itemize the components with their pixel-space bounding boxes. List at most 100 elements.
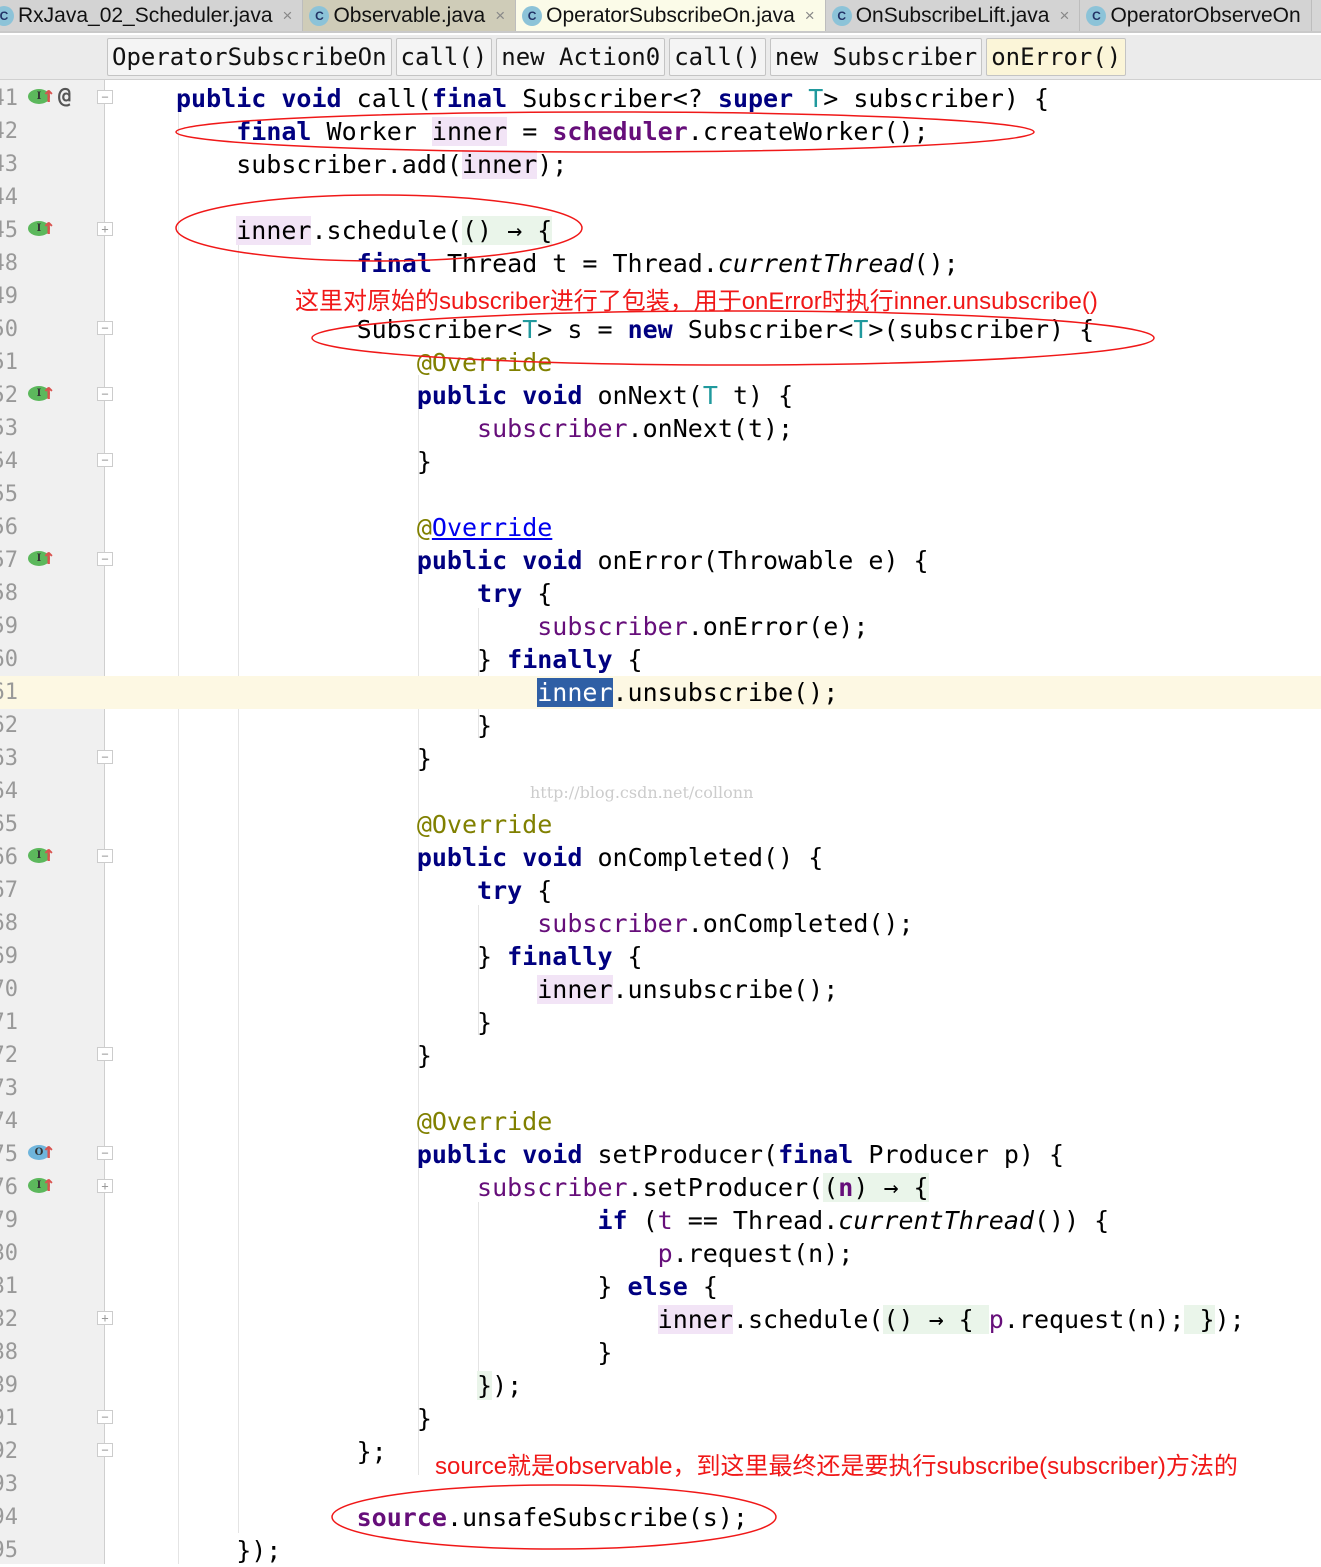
- breadcrumb-item[interactable]: OperatorSubscribeOn: [107, 38, 392, 76]
- code-line[interactable]: 41I↑@−public void call(final Subscriber<…: [0, 82, 1321, 115]
- code-line[interactable]: 82 + inner.schedule(() → { p.request(n); …: [0, 1303, 1321, 1336]
- code-line[interactable]: 65 @Override: [0, 808, 1321, 841]
- breadcrumb-item[interactable]: new Action0: [496, 38, 666, 76]
- fold-collapse-icon[interactable]: −: [97, 90, 113, 104]
- code-line[interactable]: 59 subscriber.onError(e);: [0, 610, 1321, 643]
- code-token: final: [236, 117, 312, 146]
- code-text: } else {: [176, 1270, 717, 1303]
- class-file-icon: C: [1086, 5, 1107, 26]
- code-token: call(: [341, 84, 432, 113]
- code-line[interactable]: 48 final Thread t = Thread.currentThread…: [0, 247, 1321, 280]
- code-line[interactable]: 71 }: [0, 1006, 1321, 1039]
- breadcrumb-item[interactable]: call(): [669, 38, 766, 76]
- close-icon[interactable]: ×: [495, 6, 505, 26]
- fold-collapse-icon[interactable]: −: [97, 1146, 113, 1160]
- code-line[interactable]: 73: [0, 1072, 1321, 1105]
- code-token: Subscriber<: [176, 315, 523, 344]
- code-line[interactable]: 80 p.request(n);: [0, 1237, 1321, 1270]
- code-line[interactable]: 42 final Worker inner = scheduler.create…: [0, 115, 1321, 148]
- code-token: Thread t = Thread.: [431, 249, 718, 278]
- code-token: .schedule(: [732, 1305, 884, 1334]
- code-token: .schedule(: [311, 216, 462, 245]
- code-token: n: [838, 1173, 854, 1202]
- line-number: 43: [0, 152, 18, 177]
- fold-collapse-icon[interactable]: −: [97, 453, 113, 467]
- line-number: 42: [0, 119, 18, 144]
- code-line[interactable]: 95 });: [0, 1534, 1321, 1567]
- tab-onsubscribelift-java[interactable]: C OnSubscribeLift.java ×: [825, 0, 1081, 31]
- code-line[interactable]: 66I↑− public void onCompleted() {: [0, 841, 1321, 874]
- breadcrumb: OperatorSubscribeOn call() new Action0 call…: [0, 35, 1321, 80]
- fold-expand-icon[interactable]: +: [97, 1179, 113, 1193]
- tab-operatorsubscribeon-java[interactable]: C OperatorSubscribeOn.java ×: [516, 0, 826, 31]
- code-line[interactable]: 70 inner.unsubscribe();: [0, 973, 1321, 1006]
- code-line[interactable]: 88 }: [0, 1336, 1321, 1369]
- code-line[interactable]: 81 } else {: [0, 1270, 1321, 1303]
- code-text: public void onNext(T t) {: [176, 379, 793, 412]
- tab-operatorobserveon[interactable]: C OperatorObserveOn: [1080, 0, 1312, 31]
- code-line[interactable]: 68 subscriber.onCompleted();: [0, 907, 1321, 940]
- code-line[interactable]: 91 − }: [0, 1402, 1321, 1435]
- code-line[interactable]: 53 subscriber.onNext(t);: [0, 412, 1321, 445]
- code-line[interactable]: 63 − }: [0, 742, 1321, 775]
- tab-observable-java[interactable]: C Observable.java ×: [303, 0, 517, 31]
- code-line[interactable]: 69 } finally {: [0, 940, 1321, 973]
- fold-collapse-icon[interactable]: −: [97, 321, 113, 335]
- code-token: currentThread: [717, 249, 914, 278]
- code-line[interactable]: 75O↑− public void setProducer(final Prod…: [0, 1138, 1321, 1171]
- close-icon[interactable]: ×: [283, 6, 293, 26]
- code-line[interactable]: 51 @Override: [0, 346, 1321, 379]
- code-token: subscriber: [537, 909, 688, 938]
- annotation-note-wrapper: 这里对原始的subscriber进行了包装，用于onError时执行inner.…: [295, 288, 1098, 315]
- code-line[interactable]: 54 − }: [0, 445, 1321, 478]
- fold-collapse-icon[interactable]: −: [97, 849, 113, 863]
- fold-expand-icon[interactable]: +: [97, 222, 113, 236]
- code-line[interactable]: 76I↑+ subscriber.setProducer((n) → {: [0, 1171, 1321, 1204]
- code-line[interactable]: 94 source.unsafeSubscribe(s);: [0, 1501, 1321, 1534]
- code-line[interactable]: 74 @Override: [0, 1105, 1321, 1138]
- code-line[interactable]: 44: [0, 181, 1321, 214]
- code-token: else: [627, 1272, 688, 1301]
- breadcrumb-item[interactable]: call(): [395, 38, 493, 76]
- code-token: public: [416, 843, 508, 872]
- code-token: public: [416, 546, 508, 575]
- tab-rxjava-02-scheduler-java[interactable]: C RxJava_02_Scheduler.java ×: [0, 0, 304, 31]
- fold-collapse-icon[interactable]: −: [97, 552, 113, 566]
- fold-collapse-icon[interactable]: −: [97, 387, 113, 401]
- code-line[interactable]: 43 subscriber.add(inner);: [0, 148, 1321, 181]
- code-line[interactable]: 61 inner.unsubscribe();: [0, 676, 1321, 709]
- fold-collapse-icon[interactable]: −: [97, 1047, 113, 1061]
- code-line[interactable]: 60 } finally {: [0, 643, 1321, 676]
- code-token: );: [1214, 1305, 1245, 1334]
- code-line[interactable]: 50− Subscriber<T> s = new Subscriber<T>(…: [0, 313, 1321, 346]
- code-line[interactable]: 72 − }: [0, 1039, 1321, 1072]
- close-icon[interactable]: ×: [1060, 6, 1070, 26]
- line-number: 50: [0, 317, 18, 342]
- code-line[interactable]: 79 if (t == Thread.currentThread()) {: [0, 1204, 1321, 1237]
- code-line[interactable]: 89 });: [0, 1369, 1321, 1402]
- breadcrumb-item[interactable]: new Subscriber: [769, 38, 983, 76]
- fold-collapse-icon[interactable]: −: [97, 750, 113, 764]
- code-token: setProducer(: [582, 1140, 779, 1169]
- code-line[interactable]: 52I↑− public void onNext(T t) {: [0, 379, 1321, 412]
- code-line[interactable]: 57I↑− public void onError(Throwable e) {: [0, 544, 1321, 577]
- code-line[interactable]: 58 try {: [0, 577, 1321, 610]
- tab-label: OperatorSubscribeOn.java: [546, 3, 795, 27]
- code-line[interactable]: 67 try {: [0, 874, 1321, 907]
- breadcrumb-item[interactable]: onError(): [986, 38, 1127, 76]
- code-line[interactable]: 62 }: [0, 709, 1321, 742]
- code-line[interactable]: 56 @Override: [0, 511, 1321, 544]
- code-text: }: [176, 445, 432, 478]
- close-icon[interactable]: ×: [805, 6, 815, 26]
- fold-expand-icon[interactable]: +: [97, 1311, 113, 1325]
- code-line[interactable]: 45I↑+ inner.schedule(() → {: [0, 214, 1321, 247]
- fold-collapse-icon[interactable]: −: [97, 1443, 113, 1457]
- code-token: public: [416, 1140, 508, 1169]
- code-line[interactable]: 55: [0, 478, 1321, 511]
- fold-collapse-icon[interactable]: −: [97, 1410, 113, 1424]
- code-token: }: [176, 942, 508, 971]
- code-text: @Override: [176, 346, 552, 379]
